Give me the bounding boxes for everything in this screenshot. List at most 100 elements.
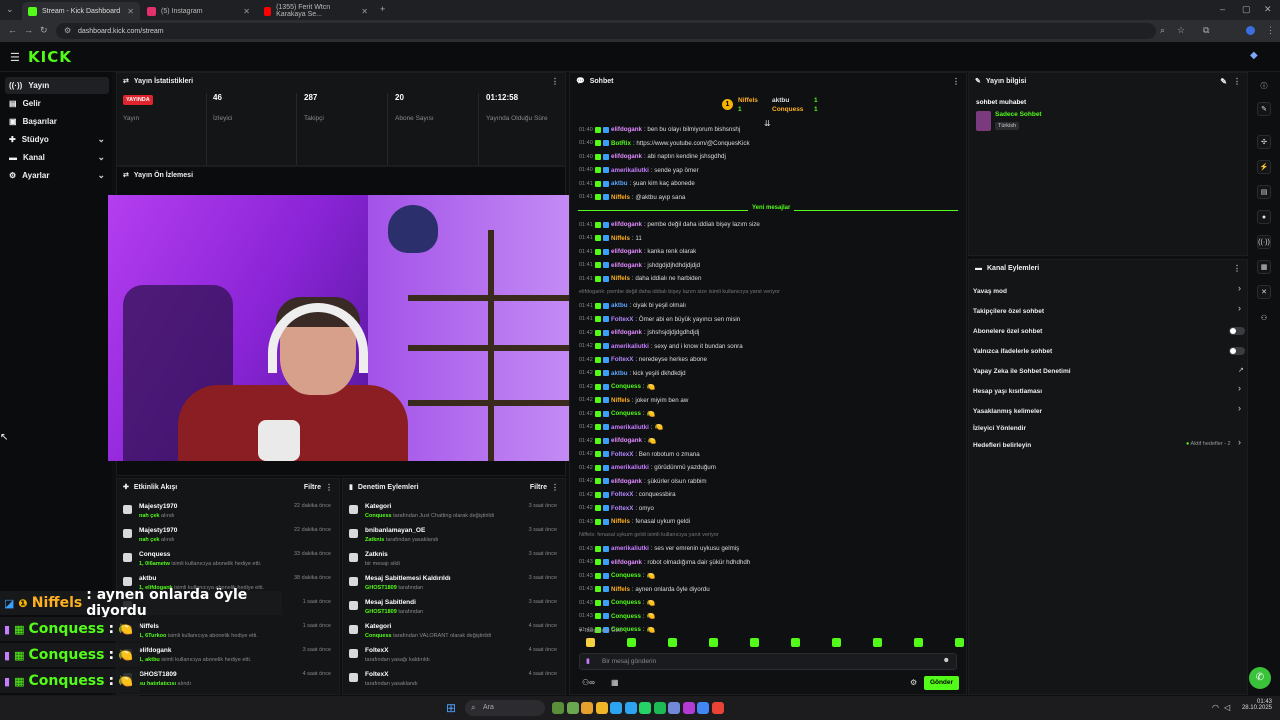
chat-input[interactable]: ▮ Bir mesaj gönderin ☻ xyxy=(579,653,957,670)
files-icon[interactable] xyxy=(595,702,608,714)
more-options-icon[interactable]: ⋮ xyxy=(1233,77,1241,86)
send-button[interactable]: Gönder xyxy=(924,676,959,690)
chevron-right-icon[interactable]: › xyxy=(1238,403,1241,413)
chat-leaderboard[interactable]: 1 Niffels 1 aktbu 1 Conquess 1 xyxy=(722,95,822,117)
app-icon[interactable] xyxy=(566,702,579,714)
browser-menu-icon[interactable]: ⋮ xyxy=(1266,25,1275,36)
toggle-switch[interactable] xyxy=(1229,347,1245,355)
taskbar-search[interactable]: ⌕ Ara xyxy=(465,700,545,716)
obs-icon[interactable] xyxy=(682,702,695,714)
close-icon[interactable]: ✕ xyxy=(127,7,134,16)
app-icon[interactable] xyxy=(552,702,564,714)
discord-icon[interactable] xyxy=(668,702,680,714)
sidebar-item-studyo[interactable]: ✚ Stüdyo ⌄ xyxy=(5,131,109,148)
chrome-icon[interactable] xyxy=(711,702,724,714)
message-username[interactable]: Niffels xyxy=(611,586,630,593)
browser-tab-kick[interactable]: Stream - Kick Dashboard ✕ xyxy=(22,2,140,20)
channel-action-6[interactable]: Hesap yaşı kısıtlaması xyxy=(973,384,1249,398)
url-bar[interactable]: ⚙ dashboard.kick.com/stream xyxy=(56,23,1156,39)
bookmark-star-icon[interactable]: ☆ xyxy=(1177,25,1185,36)
chevron-right-icon[interactable]: › xyxy=(1238,303,1241,313)
more-options-icon[interactable]: ⋮ xyxy=(952,77,960,86)
more-options-icon[interactable]: ⋮ xyxy=(551,77,559,86)
message-username[interactable]: amerikaliutki xyxy=(611,545,649,552)
kick-logo[interactable]: KICK xyxy=(28,48,72,66)
channel-action-5[interactable]: Yapay Zeka ile Sohbet Denetimi xyxy=(973,364,1249,378)
volume-icon[interactable]: ◁ xyxy=(1224,703,1230,712)
maximize-icon[interactable]: ▢ xyxy=(1242,4,1251,15)
channel-action-8[interactable]: İzleyici Yönlendir xyxy=(973,421,1249,435)
store-icon[interactable] xyxy=(624,702,637,714)
message-username[interactable]: Niffels xyxy=(611,194,630,201)
message-username[interactable]: FoltexX xyxy=(611,316,633,323)
windows-start-icon[interactable]: ⊞ xyxy=(446,701,456,715)
stream-preview-video[interactable] xyxy=(108,195,580,461)
info-icon[interactable]: ⓘ xyxy=(1257,79,1271,93)
emote-icon[interactable] xyxy=(750,638,759,647)
emoji-icon[interactable]: ☻ xyxy=(943,657,950,664)
sidebar-item-gelir[interactable]: ▤ Gelir xyxy=(5,95,109,112)
edit-icon[interactable]: ✎ xyxy=(1257,102,1271,116)
clip-icon[interactable]: ▦ xyxy=(1257,260,1271,274)
channel-action-2[interactable]: Takipçilere özel sohbet xyxy=(973,304,1249,318)
channel-action-1[interactable]: Yavaş mod xyxy=(973,284,1249,298)
chevron-right-icon[interactable]: › xyxy=(1238,283,1241,293)
message-username[interactable]: amerikaliutki xyxy=(611,343,649,350)
message-username[interactable]: amerikaliutki xyxy=(611,424,649,431)
filter-button[interactable]: Filtre xyxy=(304,484,321,491)
emote-icon[interactable] xyxy=(955,638,964,647)
close-icon[interactable]: ✕ xyxy=(243,7,250,16)
message-username[interactable]: FoltexX xyxy=(611,491,633,498)
emote-icon[interactable] xyxy=(791,638,800,647)
site-info-icon[interactable]: ⚙ xyxy=(64,26,71,35)
message-username[interactable]: elifdogank xyxy=(611,126,642,133)
zoom-icon[interactable]: ⌕ xyxy=(1160,25,1165,36)
more-options-icon[interactable]: ⋮ xyxy=(1233,264,1241,273)
message-username[interactable]: aktbu xyxy=(611,180,628,187)
lightning-icon[interactable]: ⚡ xyxy=(1257,160,1271,174)
chevron-right-icon[interactable]: › xyxy=(1238,383,1241,393)
profile-avatar[interactable] xyxy=(1246,26,1255,35)
support-chat-icon[interactable]: ✆ xyxy=(1249,667,1271,689)
wrench-icon[interactable]: ✕ xyxy=(1257,285,1271,299)
category-link[interactable]: Sadece Sohbet xyxy=(995,111,1042,118)
browser-tab-instagram[interactable]: (5) Instagram ✕ xyxy=(141,2,256,20)
toggle-switch[interactable] xyxy=(1229,327,1245,335)
message-username[interactable]: Niffels xyxy=(611,518,630,525)
emote-icon[interactable] xyxy=(914,638,923,647)
emote-icon[interactable] xyxy=(709,638,718,647)
channel-action-3[interactable]: Abonelere özel sohbet xyxy=(973,324,1249,338)
message-username[interactable]: amerikaliutki xyxy=(611,167,649,174)
emote-icon[interactable] xyxy=(832,638,841,647)
broadcast-icon[interactable]: ((·)) xyxy=(1257,235,1271,249)
message-username[interactable]: Niffels xyxy=(611,235,630,242)
close-icon[interactable]: ✕ xyxy=(361,7,368,16)
chat-store-icon[interactable]: ▦ xyxy=(611,678,619,687)
edge-icon[interactable] xyxy=(610,702,622,714)
forward-icon[interactable]: → xyxy=(24,25,33,35)
sidebar-item-yayin[interactable]: ((·)) Yayın xyxy=(5,77,109,94)
message-username[interactable]: aktbu xyxy=(611,302,628,309)
message-username[interactable]: FoltexX xyxy=(611,505,633,512)
chat-settings-icon[interactable]: ⚙ xyxy=(910,678,917,687)
message-username[interactable]: Conquess xyxy=(611,572,641,579)
message-username[interactable]: elifdogank xyxy=(611,262,642,269)
channel-action-7[interactable]: Yasaklanmış kelimeler xyxy=(973,404,1249,418)
emote-icon[interactable] xyxy=(668,638,677,647)
hamburger-menu-icon[interactable]: ☰ xyxy=(10,51,20,64)
message-username[interactable]: aktbu xyxy=(611,370,628,377)
message-username[interactable]: elifdogank xyxy=(611,248,642,255)
emote-icon[interactable] xyxy=(873,638,882,647)
window-close-icon[interactable]: ✕ xyxy=(1264,4,1272,15)
sidebar-item-ayarlar[interactable]: ⚙ Ayarlar ⌄ xyxy=(5,167,109,184)
minimize-icon[interactable]: – xyxy=(1220,4,1225,14)
emote-icon[interactable] xyxy=(627,638,636,647)
message-username[interactable]: elifdogank xyxy=(611,437,642,444)
chat-users-icon[interactable]: ⚇∞ xyxy=(582,678,595,687)
channel-action-4[interactable]: Yalnızca ifadelerle sohbet xyxy=(973,344,1249,358)
emote-icon[interactable] xyxy=(586,638,595,647)
sidebar-item-kanal[interactable]: ▬ Kanal ⌄ xyxy=(5,149,109,166)
message-username[interactable]: Niffels xyxy=(611,275,630,282)
message-username[interactable]: Conquess xyxy=(611,613,641,620)
spotify-icon[interactable] xyxy=(653,702,666,714)
